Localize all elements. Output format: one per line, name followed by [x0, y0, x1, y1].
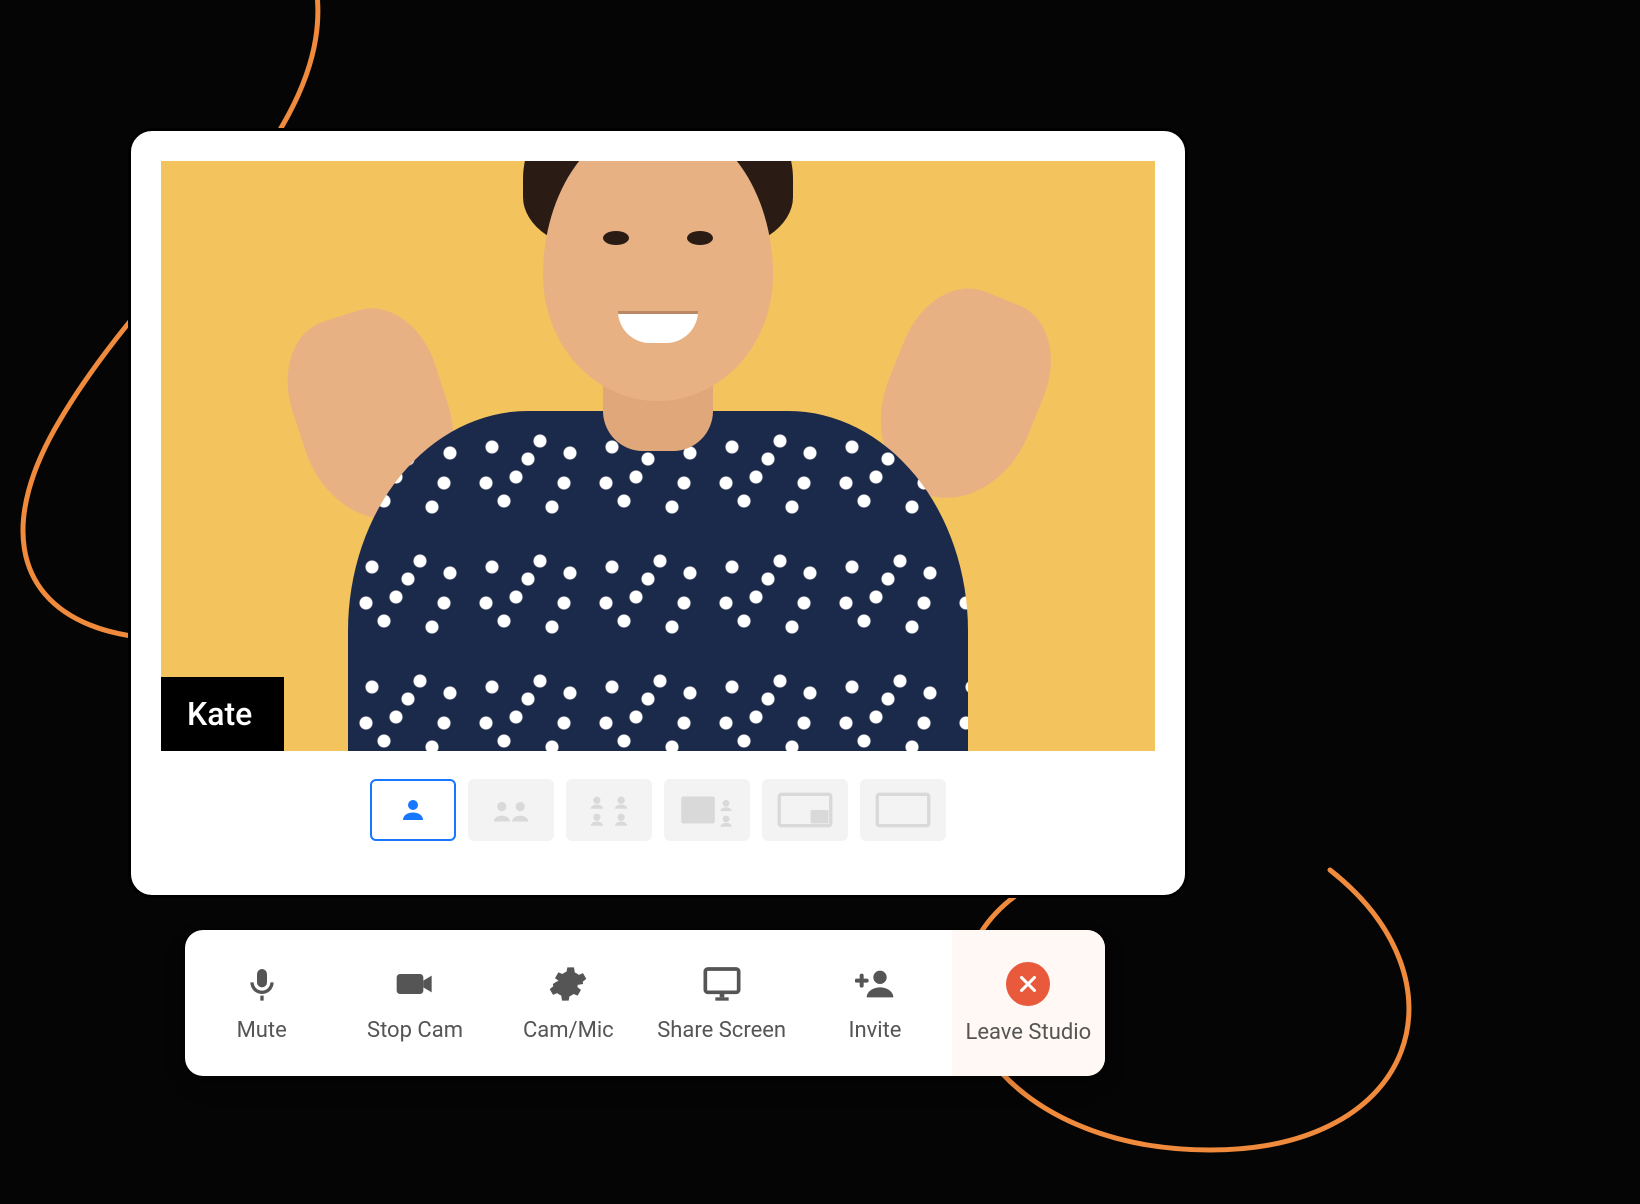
two-people-icon	[488, 796, 534, 824]
mute-label: Mute	[237, 1018, 287, 1043]
layout-picker	[161, 779, 1155, 841]
participant-name-tag: Kate	[161, 677, 284, 751]
stop-cam-button[interactable]: Stop Cam	[338, 930, 491, 1076]
share-screen-button[interactable]: Share Screen	[645, 930, 798, 1076]
cam-mic-label: Cam/Mic	[523, 1018, 614, 1043]
layout-fullscreen[interactable]	[860, 779, 946, 841]
camera-icon	[395, 964, 435, 1004]
invite-label: Invite	[848, 1018, 901, 1043]
presenter-video	[268, 161, 1048, 751]
layout-two-up[interactable]	[468, 779, 554, 841]
share-screen-label: Share Screen	[657, 1018, 786, 1043]
fullscreen-layout-icon	[875, 792, 931, 828]
cam-mic-settings-button[interactable]: Cam/Mic	[492, 930, 645, 1076]
person-icon	[398, 795, 428, 825]
control-toolbar: Mute Stop Cam Cam/Mic Share Screen Invit…	[185, 930, 1105, 1076]
leave-studio-button[interactable]: Leave Studio	[952, 930, 1105, 1076]
mute-button[interactable]: Mute	[185, 930, 338, 1076]
layout-single[interactable]	[370, 779, 456, 841]
studio-window: Kate	[128, 128, 1188, 898]
layout-speaker-thumb[interactable]	[664, 779, 750, 841]
layout-grid[interactable]	[566, 779, 652, 841]
invite-button[interactable]: Invite	[798, 930, 951, 1076]
gear-icon	[548, 964, 588, 1004]
participant-name: Kate	[187, 695, 252, 733]
layout-pip[interactable]	[762, 779, 848, 841]
grid-people-icon	[584, 793, 634, 827]
speaker-layout-icon	[679, 792, 735, 828]
close-icon	[1006, 962, 1050, 1006]
monitor-icon	[702, 964, 742, 1004]
leave-label: Leave Studio	[965, 1020, 1091, 1045]
microphone-icon	[242, 964, 282, 1004]
video-stage: Kate	[161, 161, 1155, 751]
pip-layout-icon	[777, 792, 833, 828]
add-person-icon	[855, 964, 895, 1004]
stop-cam-label: Stop Cam	[367, 1018, 463, 1043]
